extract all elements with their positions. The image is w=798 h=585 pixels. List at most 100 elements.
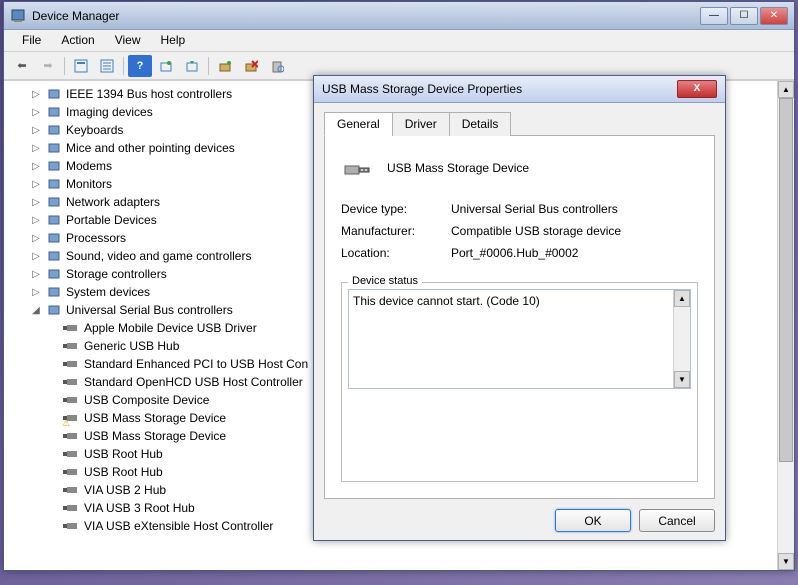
tree-item-label: Network adapters <box>66 195 160 209</box>
tree-item-label: Mice and other pointing devices <box>66 141 235 155</box>
scroll-up-button[interactable]: ▲ <box>778 81 794 98</box>
scan-button[interactable] <box>154 55 178 77</box>
label-device-type: Device type: <box>341 202 451 216</box>
dialog-title: USB Mass Storage Device Properties <box>322 82 677 96</box>
value-location: Port_#0006.Hub_#0002 <box>451 246 578 260</box>
device-status-legend: Device status <box>348 275 422 287</box>
menubar: File Action View Help <box>4 30 794 52</box>
back-button[interactable]: ⬅ <box>10 55 34 77</box>
properties-button[interactable] <box>95 55 119 77</box>
help-button[interactable]: ? <box>128 55 152 77</box>
tree-toggle-icon[interactable]: ▷ <box>30 143 42 154</box>
tree-item-label: USB Composite Device <box>84 393 209 407</box>
scanner-icon <box>46 104 62 120</box>
tree-item-label: USB Mass Storage Device <box>84 429 226 443</box>
tree-item-label: Sound, video and game controllers <box>66 249 251 263</box>
vertical-scrollbar[interactable]: ▲ ▼ <box>777 81 794 570</box>
status-scrollbar[interactable]: ▲ ▼ <box>673 290 690 388</box>
usb-plug-icon <box>64 392 80 408</box>
tree-item-label: Universal Serial Bus controllers <box>66 303 233 317</box>
dialog-body: General Driver Details USB Mass Storage … <box>314 103 725 540</box>
tab-general[interactable]: General <box>324 112 393 136</box>
update-driver-button[interactable] <box>180 55 204 77</box>
tree-toggle-icon[interactable]: ▷ <box>30 179 42 190</box>
tree-toggle-icon[interactable]: ▷ <box>30 251 42 262</box>
usb-plug-icon <box>64 464 80 480</box>
sound-icon <box>46 248 62 264</box>
forward-button[interactable]: ➡ <box>36 55 60 77</box>
menu-help[interactable]: Help <box>151 30 196 51</box>
tree-item-label: USB Mass Storage Device <box>84 411 226 425</box>
tree-item-label: Standard Enhanced PCI to USB Host Con <box>84 357 308 371</box>
dialog-buttons: OK Cancel <box>324 499 715 532</box>
close-button[interactable]: ✕ <box>760 7 788 25</box>
scroll-thumb[interactable] <box>779 98 793 462</box>
tree-toggle-icon[interactable]: ▷ <box>30 89 42 100</box>
network-icon <box>46 194 62 210</box>
tree-toggle-icon[interactable]: ▷ <box>30 287 42 298</box>
menu-view[interactable]: View <box>105 30 151 51</box>
scan-hardware-button[interactable] <box>265 55 289 77</box>
minimize-button[interactable]: — <box>700 7 728 25</box>
tree-item-label: Processors <box>66 231 126 245</box>
tree-item-label: VIA USB 3 Root Hub <box>84 501 195 515</box>
device-header: USB Mass Storage Device <box>341 152 698 184</box>
tree-item-label: USB Root Hub <box>84 465 163 479</box>
uninstall-button[interactable] <box>239 55 263 77</box>
tab-strip: General Driver Details <box>324 111 715 136</box>
cancel-button[interactable]: Cancel <box>639 509 715 532</box>
ok-button[interactable]: OK <box>555 509 631 532</box>
usb-plug-icon <box>64 518 80 534</box>
storage-icon <box>46 266 62 282</box>
tab-details[interactable]: Details <box>449 112 512 136</box>
enable-button[interactable] <box>213 55 237 77</box>
tree-toggle-icon[interactable]: ◢ <box>30 305 42 316</box>
tree-toggle-icon[interactable]: ▷ <box>30 197 42 208</box>
value-device-type: Universal Serial Bus controllers <box>451 202 618 216</box>
tree-toggle-icon[interactable]: ▷ <box>30 125 42 136</box>
device-name: USB Mass Storage Device <box>387 161 529 175</box>
label-location: Location: <box>341 246 451 260</box>
usb-icon <box>46 302 62 318</box>
tree-item-label: Imaging devices <box>66 105 153 119</box>
usb-plug-icon <box>64 338 80 354</box>
show-hidden-button[interactable] <box>69 55 93 77</box>
device-status-group: Device status This device cannot start. … <box>341 282 698 482</box>
main-titlebar[interactable]: Device Manager — ☐ ✕ <box>4 2 794 30</box>
tab-driver[interactable]: Driver <box>392 112 450 136</box>
scroll-track[interactable] <box>778 98 794 553</box>
usb-plug-icon <box>64 410 80 426</box>
usb-plug-icon <box>64 446 80 462</box>
device-properties: Device type:Universal Serial Bus control… <box>341 202 698 268</box>
menu-action[interactable]: Action <box>51 30 104 51</box>
device-status-text[interactable]: This device cannot start. (Code 10) ▲ ▼ <box>348 289 691 389</box>
tree-toggle-icon[interactable]: ▷ <box>30 107 42 118</box>
usb-plug-icon <box>64 374 80 390</box>
tree-item-label: System devices <box>66 285 150 299</box>
tree-item-label: Standard OpenHCD USB Host Controller <box>84 375 303 389</box>
dialog-titlebar[interactable]: USB Mass Storage Device Properties X <box>314 76 725 103</box>
menu-file[interactable]: File <box>12 30 51 51</box>
tree-item-label: Portable Devices <box>66 213 157 227</box>
cpu-icon <box>46 230 62 246</box>
tree-item-label: Keyboards <box>66 123 123 137</box>
value-manufacturer: Compatible USB storage device <box>451 224 621 238</box>
scroll-down-button[interactable]: ▼ <box>778 553 794 570</box>
status-scroll-down[interactable]: ▼ <box>674 371 690 388</box>
portable-icon <box>46 212 62 228</box>
tree-toggle-icon[interactable]: ▷ <box>30 161 42 172</box>
tree-toggle-icon[interactable]: ▷ <box>30 215 42 226</box>
app-icon <box>10 8 26 24</box>
tab-panel-general: USB Mass Storage Device Device type:Univ… <box>324 136 715 499</box>
dialog-close-button[interactable]: X <box>677 80 717 98</box>
tree-item-label: Monitors <box>66 177 112 191</box>
chip-icon <box>46 86 62 102</box>
usb-plug-icon <box>64 428 80 444</box>
status-scroll-up[interactable]: ▲ <box>674 290 690 307</box>
tree-toggle-icon[interactable]: ▷ <box>30 269 42 280</box>
maximize-button[interactable]: ☐ <box>730 7 758 25</box>
properties-dialog: USB Mass Storage Device Properties X Gen… <box>313 75 726 541</box>
tree-toggle-icon[interactable]: ▷ <box>30 233 42 244</box>
window-buttons: — ☐ ✕ <box>700 7 788 25</box>
tree-item-label: Modems <box>66 159 112 173</box>
